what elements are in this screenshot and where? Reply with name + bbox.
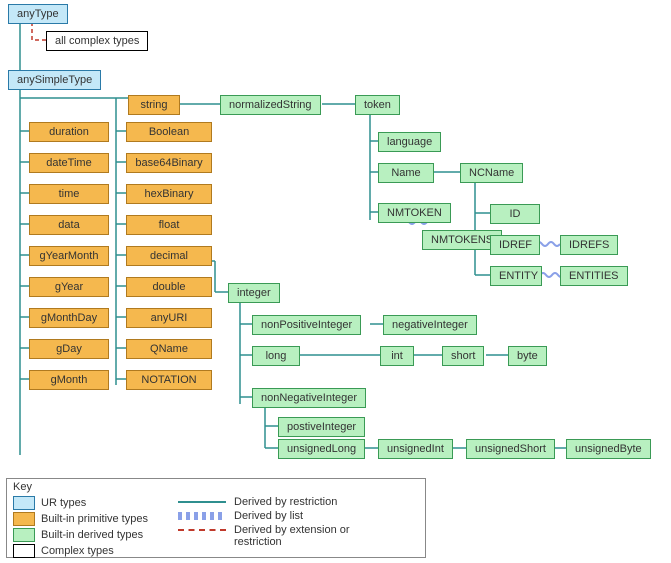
line-extension-icon	[178, 529, 226, 531]
swatch-derived	[13, 528, 35, 542]
node-unsignedInt: unsignedInt	[378, 439, 453, 459]
node-QName: QName	[126, 339, 212, 359]
swatch-primitive	[13, 512, 35, 526]
node-string: string	[128, 95, 180, 115]
node-gYearMonth: gYearMonth	[29, 246, 109, 266]
legend-complex: Complex types	[41, 545, 114, 557]
node-unsignedByte: unsignedByte	[566, 439, 651, 459]
node-NMTOKEN: NMTOKEN	[378, 203, 451, 223]
swatch-ur	[13, 496, 35, 510]
node-gMonthDay: gMonthDay	[29, 308, 109, 328]
node-nonNegativeInteger: nonNegativeInteger	[252, 388, 366, 408]
node-gYear: gYear	[29, 277, 109, 297]
node-anySimpleType: anySimpleType	[8, 70, 101, 90]
node-short: short	[442, 346, 484, 366]
node-gDay: gDay	[29, 339, 109, 359]
node-anyURI: anyURI	[126, 308, 212, 328]
node-all-complex-types: all complex types	[46, 31, 148, 51]
node-anyType: anyType	[8, 4, 68, 24]
node-IDREFS: IDREFS	[560, 235, 618, 255]
node-time: time	[29, 184, 109, 204]
node-unsignedShort: unsignedShort	[466, 439, 555, 459]
type-hierarchy-diagram: anyType all complex types anySimpleType …	[0, 0, 671, 563]
node-float: float	[126, 215, 212, 235]
legend-list: Derived by list	[234, 510, 303, 522]
node-base64Binary: base64Binary	[126, 153, 212, 173]
node-ENTITIES: ENTITIES	[560, 266, 628, 286]
node-duration: duration	[29, 122, 109, 142]
legend-extension: Derived by extension or restriction	[234, 524, 384, 548]
node-gMonth: gMonth	[29, 370, 109, 390]
legend-restriction: Derived by restriction	[234, 496, 337, 508]
legend: Key UR types Built-in primitive types Bu…	[6, 478, 426, 558]
node-decimal: decimal	[126, 246, 212, 266]
node-normalizedString: normalizedString	[220, 95, 321, 115]
swatch-complex	[13, 544, 35, 558]
node-negativeInteger: negativeInteger	[383, 315, 477, 335]
node-dateTime: dateTime	[29, 153, 109, 173]
line-list-icon	[178, 512, 226, 520]
node-unsignedLong: unsignedLong	[278, 439, 365, 459]
node-long: long	[252, 346, 300, 366]
node-NCName: NCName	[460, 163, 523, 183]
node-double: double	[126, 277, 212, 297]
node-Name: Name	[378, 163, 434, 183]
node-int: int	[380, 346, 414, 366]
node-integer: integer	[228, 283, 280, 303]
legend-derived: Built-in derived types	[41, 529, 143, 541]
node-byte: byte	[508, 346, 547, 366]
node-Boolean: Boolean	[126, 122, 212, 142]
node-positiveInteger: postiveInteger	[278, 417, 365, 437]
node-hexBinary: hexBinary	[126, 184, 212, 204]
node-token: token	[355, 95, 400, 115]
node-NOTATION: NOTATION	[126, 370, 212, 390]
node-ID: ID	[490, 204, 540, 224]
legend-title: Key	[13, 481, 419, 493]
legend-primitive: Built-in primitive types	[41, 513, 148, 525]
node-ENTITY: ENTITY	[490, 266, 542, 286]
legend-ur: UR types	[41, 497, 86, 509]
line-restriction-icon	[178, 501, 226, 503]
node-data: data	[29, 215, 109, 235]
node-language: language	[378, 132, 441, 152]
node-IDREF: IDREF	[490, 235, 540, 255]
node-nonPositiveInteger: nonPositiveInteger	[252, 315, 361, 335]
